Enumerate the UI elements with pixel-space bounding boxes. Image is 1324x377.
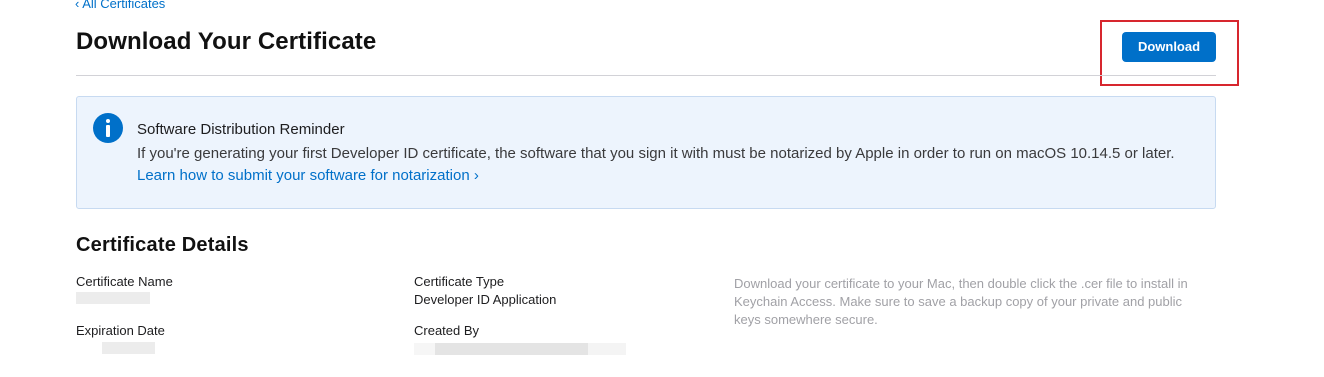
reminder-body: If you're generating your first Develope… — [137, 145, 1175, 162]
created-by-label: Created By — [414, 323, 480, 338]
expiration-date-label: Expiration Date — [76, 323, 165, 338]
info-icon — [93, 113, 123, 143]
download-certificate-page: ‹ All Certificates Download Your Certifi… — [0, 0, 1324, 377]
certificate-installation-note: Download your certificate to your Mac, t… — [734, 276, 1188, 327]
page-title: Download Your Certificate — [76, 28, 377, 55]
all-certificates-link[interactable]: ‹ All Certificates — [75, 0, 165, 12]
expiration-date-redacted-value — [102, 342, 155, 354]
download-button[interactable]: Download — [1122, 32, 1216, 62]
reminder-message: If you're generating your first Develope… — [137, 143, 1197, 187]
certificate-type-value: Developer ID Application — [414, 292, 557, 307]
certificate-name-redacted-value — [76, 292, 150, 304]
header-divider — [76, 75, 1216, 76]
certificate-type-label: Certificate Type — [414, 274, 505, 289]
notarization-learn-more-link[interactable]: Learn how to submit your software for no… — [137, 167, 479, 184]
reminder-title: Software Distribution Reminder — [137, 121, 345, 138]
certificate-details-title: Certificate Details — [76, 234, 249, 256]
software-distribution-reminder: Software Distribution Reminder If you're… — [76, 96, 1216, 209]
created-by-redacted-value — [414, 343, 626, 355]
certificate-name-label: Certificate Name — [76, 274, 173, 289]
